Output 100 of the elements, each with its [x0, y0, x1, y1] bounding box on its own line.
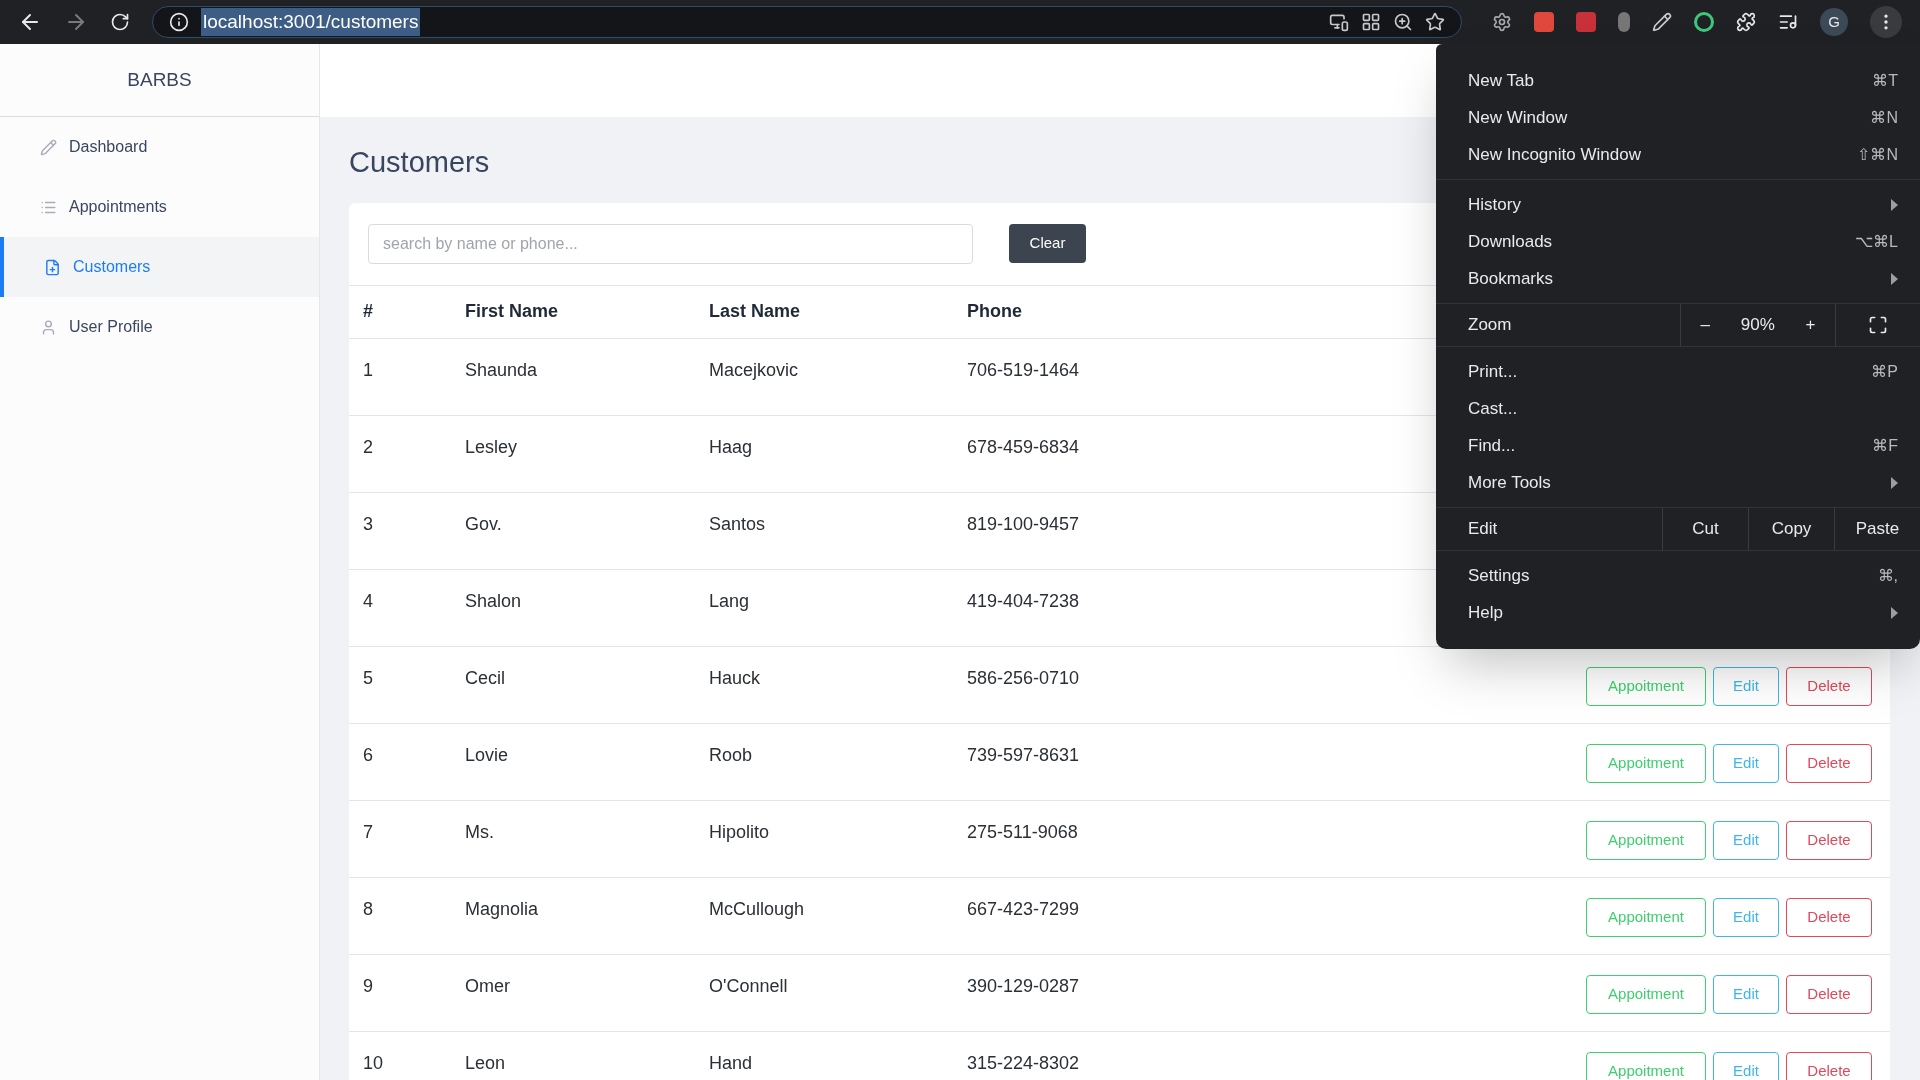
table-cell-text: 10 — [363, 1051, 385, 1075]
menu-button[interactable] — [1870, 6, 1902, 38]
delete-button[interactable]: Delete — [1786, 743, 1872, 783]
table-cell-text: 6 — [363, 743, 374, 767]
zoom-out-button[interactable]: – — [1692, 312, 1718, 338]
zoom-icon[interactable] — [1393, 12, 1413, 32]
table-cell-text: 275-511-9068 — [967, 820, 1079, 844]
table-cell-text: Leon — [465, 1051, 507, 1075]
menu-item[interactable]: Help — [1436, 594, 1920, 631]
brand-title: BARBS — [127, 67, 192, 92]
menu-item[interactable]: Cast... — [1436, 390, 1920, 427]
table-cell-text: Lang — [709, 589, 751, 613]
delete-button[interactable]: Delete — [1786, 666, 1872, 706]
table-cell-text: 667-423-7299 — [967, 897, 1081, 921]
gear-icon[interactable] — [1492, 12, 1512, 32]
table-cell-text: 2 — [363, 435, 374, 459]
table-cell-text: Macejkovic — [709, 358, 800, 382]
page-title: Customers — [349, 145, 490, 180]
table-cell-text: Gov. — [465, 512, 503, 536]
table-cell-text: Lovie — [465, 743, 510, 767]
shortcut-text: ⌘P — [1871, 361, 1898, 382]
table-cell-text: 4 — [363, 589, 374, 613]
menu-item[interactable]: New Tab ⌘T — [1436, 62, 1920, 99]
ring-icon[interactable] — [1694, 12, 1714, 32]
column-header: Last Name — [709, 300, 802, 323]
grid-icon[interactable] — [1361, 12, 1381, 32]
shortcut-text: ⌥⌘L — [1855, 231, 1898, 252]
url-text[interactable]: localhost:3001/customers — [201, 7, 421, 37]
delete-button[interactable]: Delete — [1786, 820, 1872, 860]
playlist-icon[interactable] — [1778, 12, 1798, 32]
table-cell-text: 419-404-7238 — [967, 589, 1081, 613]
table-cell-text: O'Connell — [709, 974, 789, 998]
column-header: # — [363, 300, 374, 323]
menu-item[interactable]: Bookmarks — [1436, 260, 1920, 297]
reload-icon[interactable] — [110, 12, 130, 32]
address-bar[interactable]: localhost:3001/customers — [152, 6, 1462, 38]
table-cell-text: Cecil — [465, 666, 506, 690]
zoom-value: 90% — [1740, 314, 1775, 337]
info-icon[interactable] — [169, 12, 189, 32]
shortcut-text: ⌘N — [1870, 107, 1898, 128]
table-cell-text: 819-100-9457 — [967, 512, 1081, 536]
table-cell-text: Lesley — [465, 435, 519, 459]
table-cell-text: Hand — [709, 1051, 754, 1075]
menu-item[interactable]: New Incognito Window ⇧⌘N — [1436, 136, 1920, 173]
devices-icon[interactable] — [1329, 12, 1349, 32]
zoom-in-button[interactable]: + — [1797, 312, 1824, 338]
table-cell-text: 586-256-0710 — [967, 666, 1081, 690]
menu-item[interactable]: Settings ⌘, — [1436, 557, 1920, 594]
table-cell-text: Hipolito — [709, 820, 771, 844]
menu-label: Edit — [1467, 518, 1499, 541]
shortcut-text: ⌘F — [1872, 435, 1898, 456]
search-field[interactable]: search by name or phone... — [368, 223, 973, 264]
extension-icon[interactable] — [1618, 12, 1630, 32]
shortcut-text: ⇧⌘N — [1857, 144, 1898, 165]
table-cell-text: Haag — [709, 435, 754, 459]
shortcut-text: ⌘, — [1877, 565, 1898, 586]
shortcut-text: ⌘T — [1872, 70, 1898, 91]
clear-button[interactable]: Clear — [1009, 224, 1086, 263]
menu-item[interactable]: Find... ⌘F — [1436, 427, 1920, 464]
pen-icon[interactable] — [1652, 12, 1672, 32]
table-cell-text: Shaunda — [465, 358, 539, 382]
delete-button[interactable]: Delete — [1786, 897, 1872, 937]
edit-action-button[interactable]: Paste — [1834, 508, 1920, 550]
table-cell-text: 706-519-1464 — [967, 358, 1081, 382]
menu-item[interactable]: History — [1436, 186, 1920, 223]
table-cell-text: 1 — [363, 358, 374, 382]
edit-action-button[interactable]: Cut — [1662, 508, 1748, 550]
delete-button[interactable]: Delete — [1786, 974, 1872, 1014]
table-cell-text: Omer — [465, 974, 511, 998]
menu-item[interactable]: Downloads ⌥⌘L — [1436, 223, 1920, 260]
submenu-arrow-icon — [1891, 476, 1898, 489]
profile-avatar[interactable]: G — [1820, 8, 1848, 36]
bookmark-star-icon[interactable] — [1425, 12, 1445, 32]
delete-button[interactable]: Delete — [1786, 1051, 1872, 1080]
pencil-icon — [40, 138, 57, 156]
menu-item[interactable]: New Window ⌘N — [1436, 99, 1920, 136]
sidebar-item[interactable]: User Profile — [0, 297, 319, 357]
table-cell-text: 8 — [363, 897, 374, 921]
submenu-arrow-icon — [1891, 272, 1898, 285]
column-header: First Name — [465, 300, 560, 323]
submenu-arrow-icon — [1891, 606, 1898, 619]
table-cell-text: 5 — [363, 666, 374, 690]
user-icon — [40, 318, 57, 336]
column-header: Phone — [967, 300, 1023, 323]
table-cell-text: 739-597-8631 — [967, 743, 1081, 767]
file-icon — [44, 258, 61, 276]
table-cell-text: Hauck — [709, 666, 762, 690]
menu-item[interactable]: More Tools — [1436, 464, 1920, 501]
fullscreen-icon[interactable] — [1868, 315, 1888, 335]
extension-icon[interactable] — [1534, 12, 1554, 32]
sidebar-item[interactable]: Dashboard — [0, 117, 319, 177]
table-cell-text: McCullough — [709, 897, 806, 921]
puzzle-icon[interactable] — [1736, 12, 1756, 32]
table-cell-text: 678-459-6834 — [967, 435, 1081, 459]
table-cell-text: 390-129-0287 — [967, 974, 1081, 998]
menu-item[interactable]: Print... ⌘P — [1436, 353, 1920, 390]
sidebar-item[interactable]: Appointments — [0, 177, 319, 237]
edit-action-button[interactable]: Copy — [1748, 508, 1834, 550]
sidebar-item[interactable]: Customers — [0, 237, 319, 297]
table-cell-text: 9 — [363, 974, 374, 998]
